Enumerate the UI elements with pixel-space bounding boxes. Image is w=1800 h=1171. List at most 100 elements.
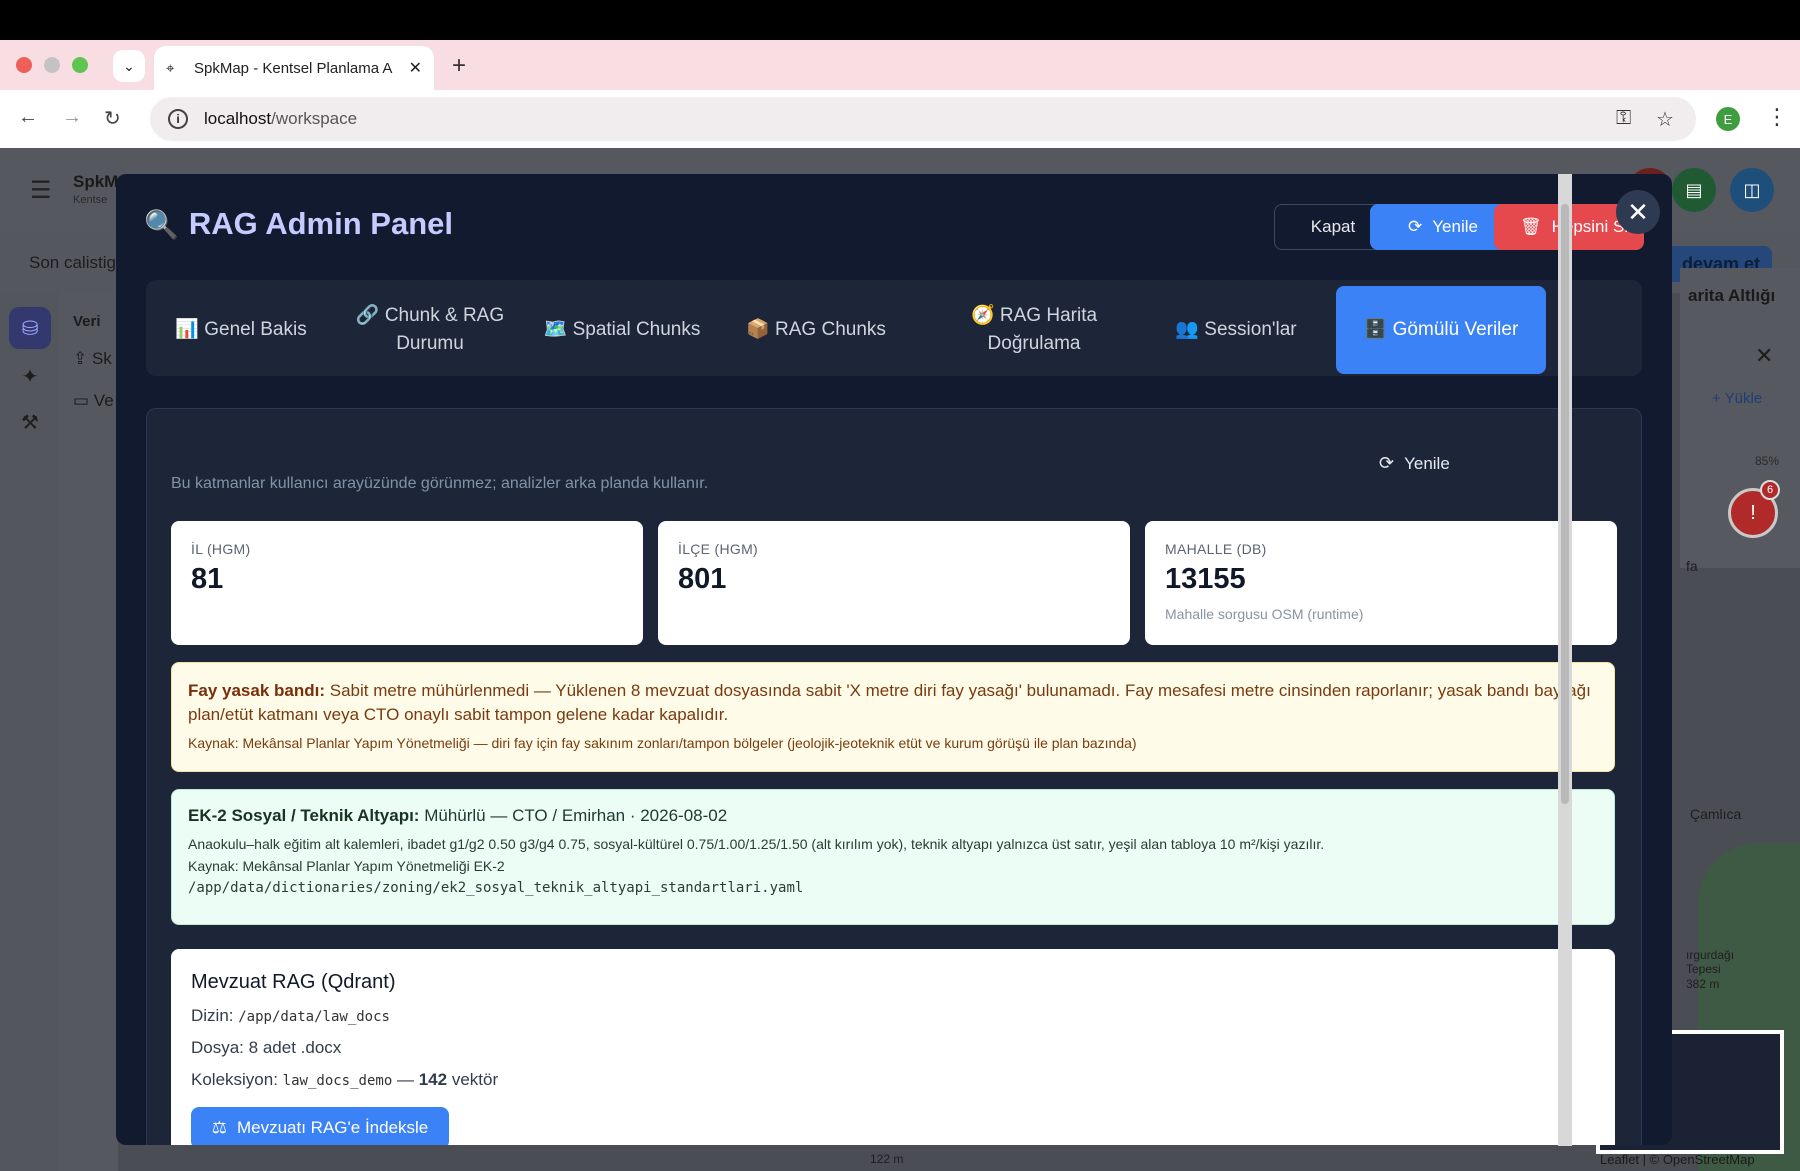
map-label: fa — [1686, 558, 1698, 574]
close-icon[interactable]: ✕ — [1616, 190, 1660, 234]
mevzuat-file-row: Dosya: 8 adet .docx — [191, 1038, 342, 1057]
scales-icon: ⚖ — [211, 1118, 227, 1137]
app-brand-subtitle: Kentse — [73, 194, 108, 206]
stat-subtext: Mahalle sorgusu OSM (runtime) — [1165, 606, 1364, 622]
package-icon: 📦 — [746, 318, 770, 340]
tab-search-button[interactable]: ⌄ — [113, 50, 145, 82]
stat-label: İL (HGM) — [191, 541, 251, 557]
close-tab-icon[interactable]: ✕ — [409, 58, 422, 78]
map-label: ırgurdağı Tepesi 382 m — [1686, 948, 1735, 991]
index-law-button[interactable]: ⚖ Mevzuatı RAG'e İndeksle — [191, 1107, 449, 1145]
ek2-detail: Anaokulu–halk eğitim alt kalemleri, ibad… — [188, 836, 1325, 852]
tab-spatial-chunks[interactable]: 🗺️ Spatial Chunks — [532, 286, 712, 374]
url-path: /workspace — [271, 109, 358, 128]
stat-label: MAHALLE (DB) — [1165, 541, 1267, 557]
location-pin-icon: ⌖ — [166, 59, 175, 77]
back-arrow-icon[interactable]: ← — [18, 106, 38, 129]
tab-rag-harita-dogrulama[interactable]: 🧭 RAG Harita Doğrulama — [934, 286, 1134, 374]
ek2-path: /app/data/dictionaries/zoning/ek2_sosyal… — [188, 880, 804, 896]
info-note: Bu katmanlar kullanıcı arayüzünde görünm… — [171, 475, 709, 492]
refresh-icon: ⟳ — [1408, 217, 1423, 236]
screen-top-bar — [0, 0, 1800, 40]
last-run-label: Son calistig — [29, 253, 116, 272]
side-rail: ⛁ ✦ ⚒ — [0, 293, 58, 1171]
users-icon: 👥 — [1175, 318, 1200, 340]
database-icon[interactable]: ⛁ — [9, 307, 51, 349]
fault-text: Sabit metre mühürlenmedi — Yüklenen 8 me… — [188, 681, 1591, 724]
new-tab-button[interactable]: + — [452, 52, 466, 80]
chevron-down-icon: ⌄ — [123, 57, 135, 74]
forward-arrow-icon[interactable]: → — [62, 106, 82, 129]
right-card-title: arita Altlığı — [1688, 286, 1776, 305]
map-label: Çamlıca — [1690, 806, 1742, 822]
mevzuat-rag-card: Mevzuat RAG (Qdrant) Dizin: /app/data/la… — [171, 949, 1615, 1145]
rag-admin-modal: 🔍 RAG Admin Panel Kapat ⟳ Yenile 🗑 Hepsi… — [116, 174, 1672, 1145]
panel-title: 🔍 RAG Admin Panel — [144, 206, 453, 241]
ek2-status: Mühürlü — CTO / Emirhan · 2026-08-02 — [424, 806, 728, 825]
browser-menu-icon[interactable]: ⋮ — [1766, 104, 1788, 130]
fault-source: Kaynak: Mekânsal Planlar Yapım Yönetmeli… — [188, 734, 1137, 751]
fault-title: Fay yasak bandı: — [188, 681, 326, 700]
reload-icon[interactable]: ↻ — [104, 106, 121, 131]
stat-value: 81 — [191, 563, 224, 595]
tab-rag-chunks[interactable]: 📦 RAG Chunks — [726, 286, 906, 374]
fault-warning-box: Fay yasak bandı: Sabit metre mühürlenmed… — [171, 662, 1615, 772]
stat-value: 801 — [678, 563, 727, 595]
window-minimize-button[interactable] — [44, 57, 60, 73]
content-refresh-button[interactable]: ⟳ Yenile — [1379, 453, 1450, 474]
document-icon[interactable]: ▤ — [1672, 168, 1716, 212]
browser-tab-title: SpkMap - Kentsel Planlama A — [194, 59, 393, 77]
stat-value: 13155 — [1165, 563, 1246, 595]
stat-card-mahalle: MAHALLE (DB) 13155 Mahalle sorgusu OSM (… — [1145, 521, 1617, 645]
notification-count-badge: 6 — [1760, 480, 1780, 500]
embedded-data-content: ⟳ Yenile Bu katmanlar kullanıcı arayüzün… — [146, 408, 1642, 1145]
ek2-info-box: EK-2 Sosyal / Teknik Altyapı: Mühürlü — … — [171, 789, 1615, 925]
compass-icon: 🧭 — [970, 304, 995, 326]
site-info-icon[interactable]: i — [168, 109, 188, 129]
map-attribution[interactable]: Leaflet | © OpenStreetMap — [1600, 1152, 1755, 1167]
ek2-source: Kaynak: Mekânsal Planlar Yapım Yönetmeli… — [188, 858, 505, 874]
tab-genel-bakis[interactable]: 📊 Genel Bakis — [156, 286, 326, 374]
app-brand: SpkM — [73, 172, 119, 191]
refresh-icon: ⟳ — [1379, 453, 1395, 473]
robot-icon[interactable]: ◫ — [1730, 168, 1774, 212]
bookmark-star-icon[interactable]: ☆ — [1656, 107, 1674, 132]
mevzuat-dir-row: Dizin: /app/data/law_docs — [191, 1006, 390, 1025]
profile-avatar[interactable]: E — [1716, 107, 1740, 131]
hamburger-menu-icon[interactable]: ☰ — [30, 176, 52, 205]
map-label: 122 m — [870, 1152, 904, 1166]
cabinet-icon: 🗄️ — [1363, 318, 1388, 340]
sparkles-icon[interactable]: ✦ — [9, 355, 51, 397]
upload-button[interactable]: + Yükle — [1712, 390, 1762, 407]
stat-label: İLÇE (HGM) — [678, 541, 758, 557]
window-close-button[interactable] — [16, 57, 32, 73]
magnifier-icon: 🔍 — [144, 208, 179, 240]
trash-icon: 🗑 — [1520, 217, 1542, 236]
stat-card-il: İL (HGM) 81 — [171, 521, 643, 645]
chart-icon: 📊 — [175, 318, 199, 340]
mevzuat-collection-row: Koleksiyon: law_docs_demo — 142 vektör — [191, 1070, 499, 1089]
panel-tabs: 📊 Genel Bakis 🔗 Chunk & RAG Durumu 🗺️ Sp… — [146, 280, 1642, 376]
stat-card-ilce: İLÇE (HGM) 801 — [658, 521, 1130, 645]
window-zoom-button[interactable] — [72, 57, 88, 73]
left-pane: Veri ⇪ Sk ▭ Ve — [58, 293, 118, 1171]
left-pane-row-folder[interactable]: ▭ Ve — [73, 391, 114, 411]
ek2-title: EK-2 Sosyal / Teknik Altyapı: — [188, 806, 420, 825]
map-icon: 🗺️ — [543, 318, 568, 340]
vector-count: 142 — [418, 1070, 448, 1089]
modal-scrollbar[interactable] — [1558, 174, 1572, 1146]
left-pane-label: Veri — [73, 313, 101, 330]
password-key-icon[interactable]: ⚿ — [1616, 107, 1631, 130]
url-host: localhost — [204, 109, 272, 128]
tab-chunk-rag-durumu[interactable]: 🔗 Chunk & RAG Durumu — [340, 286, 520, 374]
browser-tab[interactable]: ⌖ SpkMap - Kentsel Planlama A ✕ — [154, 46, 434, 90]
opacity-percent: 85% — [1755, 454, 1780, 468]
link-icon: 🔗 — [355, 304, 380, 326]
tab-sessions[interactable]: 👥 Session'lar — [1146, 286, 1326, 374]
address-bar[interactable]: i localhost/workspace — [150, 97, 1696, 141]
mevzuat-title: Mevzuat RAG (Qdrant) — [191, 971, 396, 993]
left-pane-row-upload[interactable]: ⇪ Sk — [73, 349, 112, 369]
wrench-icon[interactable]: ⚒ — [9, 401, 51, 443]
close-icon[interactable]: ✕ — [1755, 343, 1773, 369]
tab-gomulu-veriler[interactable]: 🗄️ Gömülü Veriler — [1336, 286, 1546, 374]
